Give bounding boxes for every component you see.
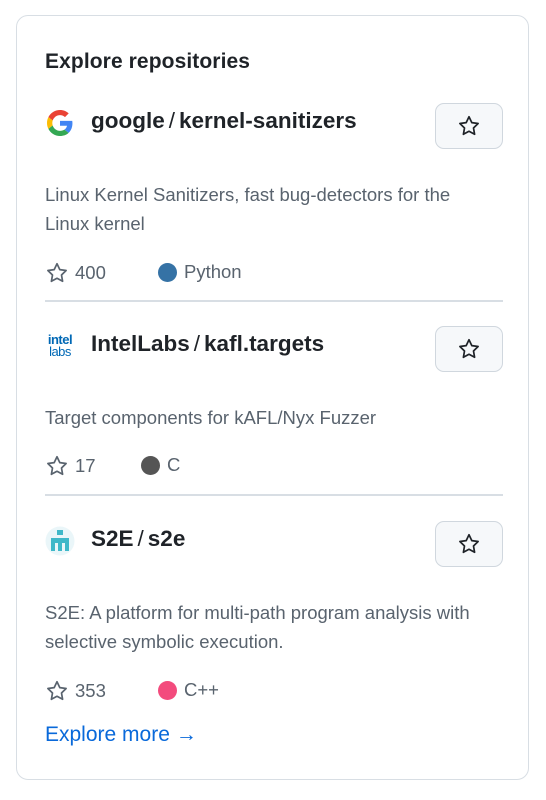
divider <box>45 494 503 496</box>
star-button[interactable] <box>435 521 503 567</box>
repo-meta: 353 C++ <box>45 679 503 707</box>
star-icon <box>47 455 67 476</box>
repo-link[interactable]: IntelLabs / kafl.targets <box>91 331 324 357</box>
repo-link[interactable]: google / kernel-sanitizers <box>91 108 357 134</box>
intel-labs-logo-icon[interactable]: intel labs <box>45 331 75 361</box>
language-color-dot <box>141 455 160 475</box>
repo-description: S2E: A platform for multi-path program a… <box>45 602 470 652</box>
repo-header: S2E / s2e <box>45 521 503 567</box>
language: C++ <box>158 679 219 701</box>
repo-name[interactable]: s2e <box>148 526 186 551</box>
star-icon <box>47 680 67 701</box>
arrow-right-icon[interactable]: → <box>176 723 197 747</box>
star-icon <box>47 262 67 283</box>
repo-description: Linux Kernel Sanitizers, fast bug-detect… <box>45 184 451 234</box>
star-icon <box>459 115 479 136</box>
repo-meta: 17 C <box>45 454 503 482</box>
repo-description: Target components for kAFL/Nyx Fuzzer <box>45 407 377 428</box>
repo-header: intel labs IntelLabs / kafl.targets <box>45 326 503 372</box>
language-color-dot <box>158 262 177 282</box>
star-icon <box>459 533 479 554</box>
star-button[interactable] <box>435 326 503 372</box>
stargazers-link[interactable]: 17 <box>45 454 96 478</box>
star-icon <box>459 338 479 359</box>
star-count[interactable]: 353 <box>75 680 106 702</box>
repo-name[interactable]: kafl.targets <box>204 331 324 356</box>
repo-owner[interactable]: google <box>91 108 165 133</box>
card-title: Explore repositories <box>45 50 251 73</box>
language-name: Python <box>184 261 242 282</box>
language: C <box>141 454 180 476</box>
repo-owner[interactable]: IntelLabs <box>91 331 190 356</box>
language-name: C <box>167 454 181 475</box>
repo-owner[interactable]: S2E <box>91 526 134 551</box>
stargazers-link[interactable]: 400 <box>45 261 106 285</box>
google-logo-icon[interactable] <box>45 108 75 138</box>
star-button[interactable] <box>435 103 503 149</box>
stargazers-link[interactable]: 353 <box>45 679 106 703</box>
repo-header: google / kernel-sanitizers <box>45 103 503 149</box>
star-count[interactable]: 400 <box>75 262 106 284</box>
explore-more-label[interactable]: Explore more <box>45 723 170 747</box>
s2e-logo-icon[interactable] <box>45 526 75 556</box>
repo-name[interactable]: kernel-sanitizers <box>179 108 357 133</box>
explore-more-link[interactable]: Explore more → <box>45 723 197 747</box>
language-color-dot <box>158 680 177 700</box>
repo-meta: 400 Python <box>45 261 503 289</box>
star-count[interactable]: 17 <box>75 455 96 477</box>
divider <box>45 300 503 302</box>
language-name: C++ <box>184 679 219 700</box>
repo-separator: / <box>193 331 201 356</box>
repo-link[interactable]: S2E / s2e <box>91 526 185 552</box>
repo-separator: / <box>137 526 144 551</box>
explore-repositories-card: Explore repositories google / kernel-sanit… <box>16 15 529 780</box>
language: Python <box>158 261 242 283</box>
repo-separator: / <box>168 108 176 133</box>
